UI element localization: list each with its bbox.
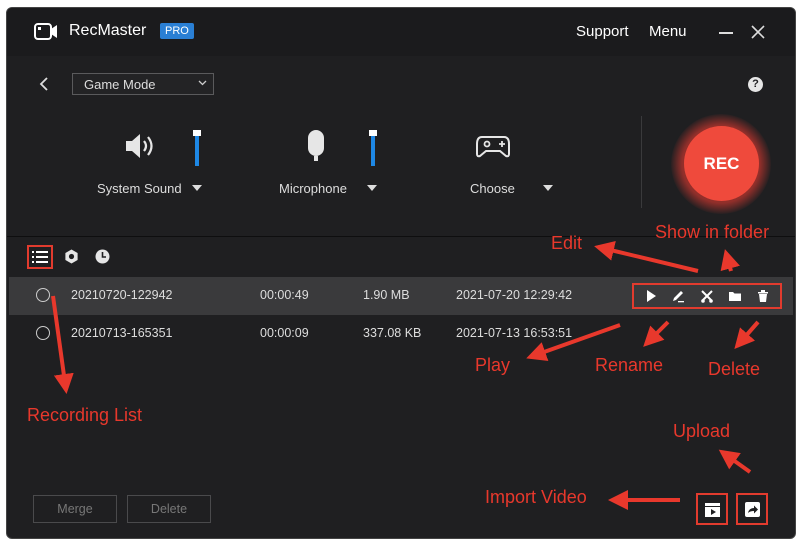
share-arrow-icon [745,502,760,517]
camera-logo-icon [34,23,57,40]
menu-link[interactable]: Menu [649,23,687,40]
schedule-clock-icon[interactable] [95,249,110,264]
app-name: RecMaster [69,22,147,39]
app-window: RecMaster PRO Support Menu Game Mode ? S… [6,7,796,539]
annotation-rename: Rename [595,355,664,375]
recording-name: 20210720-122942 [71,288,173,302]
recording-duration: 00:00:49 [260,288,309,302]
help-icon[interactable]: ? [748,77,763,92]
list-view-highlight [27,245,53,269]
back-arrow-icon[interactable] [37,76,51,92]
caret-down-icon[interactable] [367,185,377,191]
play-icon[interactable] [644,289,658,303]
recording-size: 1.90 MB [363,288,410,302]
table-row[interactable]: 20210713-165351 00:00:09 337.08 KB 2021-… [9,315,793,353]
mode-dropdown[interactable]: Game Mode [72,73,214,95]
upload-button[interactable] [736,493,768,525]
divider [641,116,642,208]
chevron-down-icon [198,80,207,86]
folder-icon[interactable] [728,289,742,303]
slider-knob[interactable] [369,130,377,136]
trash-icon[interactable] [756,289,770,303]
row-radio[interactable] [36,288,50,302]
title-bar: RecMaster PRO Support Menu [7,8,795,56]
microphone-label[interactable]: Microphone [279,181,347,196]
edit-scissors-icon[interactable] [700,289,714,303]
clapperboard-icon [705,503,720,517]
recording-date: 2021-07-20 12:29:42 [456,288,573,302]
annotation-play: Play [475,355,511,375]
caret-down-icon[interactable] [192,185,202,191]
import-video-button[interactable] [696,493,728,525]
annotation-edit: Edit [551,233,583,253]
recording-name: 20210713-165351 [71,326,173,340]
recording-date: 2021-07-13 16:53:51 [456,326,573,340]
annotation-recording-list: Recording List [27,405,143,425]
settings-icon[interactable] [64,249,79,264]
support-link[interactable]: Support [576,23,629,40]
delete-button[interactable]: Delete [127,495,211,523]
microphone-icon[interactable] [306,129,326,163]
annotation-show-in-folder: Show in folder [655,222,770,242]
row-actions [632,283,782,309]
pro-badge: PRO [160,23,194,39]
mode-selected-value: Game Mode [84,77,156,92]
close-icon[interactable] [749,23,767,41]
caret-down-icon[interactable] [543,185,553,191]
merge-button[interactable]: Merge [33,495,117,523]
gamepad-icon[interactable] [476,134,510,158]
rec-button[interactable]: REC [684,126,759,201]
choose-label[interactable]: Choose [470,181,515,196]
annotation-import-video: Import Video [485,487,587,507]
rename-pencil-icon[interactable] [671,289,685,303]
mic-volume-slider[interactable] [369,130,377,166]
row-radio[interactable] [36,326,50,340]
system-volume-slider[interactable] [193,130,201,166]
recording-duration: 00:00:09 [260,326,309,340]
slider-knob[interactable] [193,130,201,136]
annotation-upload: Upload [673,421,731,441]
system-sound-label[interactable]: System Sound [97,181,182,196]
recording-size: 337.08 KB [363,326,422,340]
minimize-button[interactable] [719,32,733,34]
table-row[interactable]: 20210720-122942 00:00:49 1.90 MB 2021-07… [9,277,793,315]
annotation-delete: Delete [708,359,761,379]
speaker-icon[interactable] [124,132,160,160]
